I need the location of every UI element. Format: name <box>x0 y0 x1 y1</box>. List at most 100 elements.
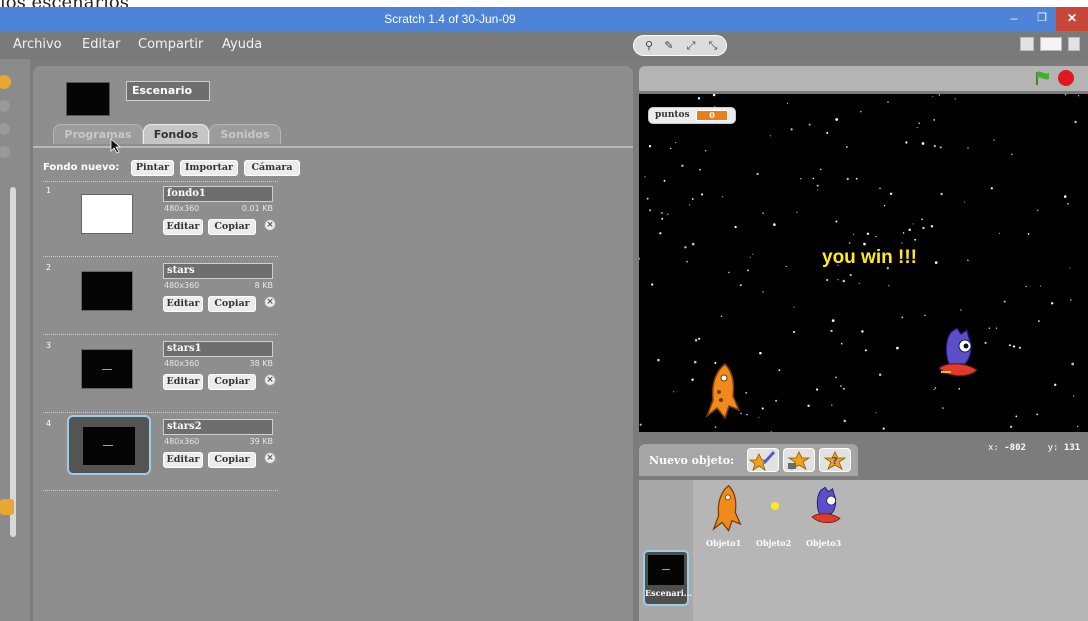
small-stage-layout-icon[interactable] <box>1020 37 1034 51</box>
background-name-field[interactable]: fondo1 <box>163 186 273 202</box>
stage-selector[interactable]: Escenari... <box>643 550 693 606</box>
delete-icon[interactable]: × <box>264 452 276 464</box>
star <box>712 94 716 97</box>
copy-button[interactable]: Copiar <box>208 452 256 468</box>
svg-text:?: ? <box>832 456 838 467</box>
background-thumbnail[interactable] <box>81 271 133 311</box>
star <box>661 212 663 214</box>
shrink-tool-icon[interactable]: ⤡ <box>704 37 722 54</box>
tab-sonidos[interactable]: Sonidos <box>209 124 281 144</box>
presentation-mode-icon[interactable] <box>1068 37 1080 51</box>
menu-ayuda[interactable]: Ayuda <box>222 37 262 52</box>
menu-compartir[interactable]: Compartir <box>138 37 203 52</box>
delete-icon[interactable]: × <box>264 374 276 386</box>
edit-button[interactable]: Editar <box>163 296 203 312</box>
rocket-sprite[interactable] <box>699 362 747 422</box>
star <box>842 279 846 283</box>
star <box>762 212 764 214</box>
star <box>831 319 835 322</box>
category-control-icon <box>0 75 11 89</box>
item-number: 2 <box>46 263 52 272</box>
star <box>902 232 905 234</box>
star <box>758 416 760 418</box>
stage[interactable]: puntos 0 you win !!! <box>639 94 1088 432</box>
minimize-button[interactable]: – <box>1000 7 1028 31</box>
star <box>914 238 917 241</box>
background-name-field[interactable]: stars2 <box>163 419 273 435</box>
star <box>887 101 889 103</box>
menu-editar[interactable]: Editar <box>82 37 121 52</box>
star <box>661 217 664 220</box>
star <box>934 261 938 264</box>
delete-icon[interactable]: × <box>264 219 276 231</box>
current-object-thumbnail <box>66 82 110 116</box>
window-title: Scratch 1.4 of 30-Jun-09 <box>384 12 516 26</box>
star <box>835 118 839 121</box>
import-button[interactable]: Importar <box>180 160 238 176</box>
star <box>933 388 935 391</box>
star <box>1037 209 1039 212</box>
edit-button[interactable]: Editar <box>163 452 203 468</box>
background-thumbnail[interactable] <box>81 349 133 389</box>
sprite-label: Objeto3 <box>806 538 842 548</box>
star <box>1072 395 1075 397</box>
stop-sign-icon[interactable] <box>1058 70 1074 86</box>
sprite-tile-objeto2[interactable]: Objeto2 <box>755 484 795 548</box>
sprite-tile-objeto3[interactable]: Objeto3 <box>805 484 845 548</box>
duplicate-tool-icon[interactable]: ⚲ <box>640 37 658 54</box>
copy-button[interactable]: Copiar <box>208 296 256 312</box>
list-item[interactable]: 2 stars 480x360 8 KB Editar Copiar × <box>33 259 293 337</box>
grow-tool-icon[interactable]: ⤢ <box>682 37 700 54</box>
palette-scrollbar <box>10 187 16 537</box>
maximize-button[interactable]: ❐ <box>1028 7 1056 31</box>
tab-fondos[interactable]: Fondos <box>143 124 209 144</box>
stage-selector-column: Escenari... <box>639 480 693 621</box>
list-item[interactable]: 4 stars2 480x360 39 KB Editar Copiar × <box>33 415 293 493</box>
rocket-sprite-thumbnail <box>712 484 742 532</box>
paint-button[interactable]: Pintar <box>131 160 174 176</box>
star <box>793 306 795 308</box>
stage-selector-label: Escenari... <box>645 588 693 598</box>
star <box>878 373 882 377</box>
delete-tool-icon[interactable]: ✎ <box>660 37 678 54</box>
list-item[interactable]: 3 stars1 480x360 38 KB Editar Copiar × <box>33 337 293 415</box>
star <box>883 205 886 207</box>
star <box>879 187 881 190</box>
variable-monitor[interactable]: puntos 0 <box>648 107 736 124</box>
normal-stage-layout-icon[interactable] <box>1040 37 1062 51</box>
star <box>1054 383 1057 386</box>
copy-button[interactable]: Copiar <box>208 219 256 235</box>
camera-button[interactable]: Cámara <box>244 160 300 176</box>
list-item[interactable]: 1 fondo1 480x360 0.01 KB Editar Copiar × <box>33 182 293 260</box>
green-flag-icon[interactable] <box>1035 71 1051 85</box>
paint-new-sprite-button[interactable] <box>747 448 779 472</box>
backgrounds-list: Fondo nuevo: Pintar Importar Cámara 1 fo… <box>33 146 633 621</box>
star <box>860 110 862 113</box>
background-thumbnail[interactable] <box>81 194 133 234</box>
star <box>769 135 772 137</box>
surprise-sprite-button[interactable]: ? <box>819 448 851 472</box>
mouse-coordinates: x: -802 y: 131 <box>988 437 1088 459</box>
menu-archivo[interactable]: Archivo <box>13 37 62 52</box>
alien-sprite[interactable] <box>935 328 981 384</box>
star <box>770 430 772 432</box>
choose-sprite-file-button[interactable] <box>783 448 815 472</box>
selected-background-thumbnail[interactable] <box>67 415 151 475</box>
edit-button[interactable]: Editar <box>163 374 203 390</box>
star <box>901 242 903 244</box>
sprite-tile-objeto1[interactable]: Objeto1 <box>705 484 745 548</box>
delete-icon[interactable]: × <box>264 296 276 308</box>
background-name-field[interactable]: stars1 <box>163 341 273 357</box>
background-name-field[interactable]: stars <box>163 263 273 279</box>
star <box>657 358 660 362</box>
tab-programas[interactable]: Programas <box>53 124 143 144</box>
object-name-field[interactable]: Escenario <box>126 81 210 101</box>
close-button[interactable]: ✕ <box>1056 7 1088 31</box>
star <box>1078 95 1080 97</box>
edit-button[interactable]: Editar <box>163 219 203 235</box>
star <box>855 177 858 180</box>
star <box>639 423 642 426</box>
star <box>901 316 904 319</box>
background-size: 38 KB <box>249 359 273 368</box>
copy-button[interactable]: Copiar <box>208 374 256 390</box>
